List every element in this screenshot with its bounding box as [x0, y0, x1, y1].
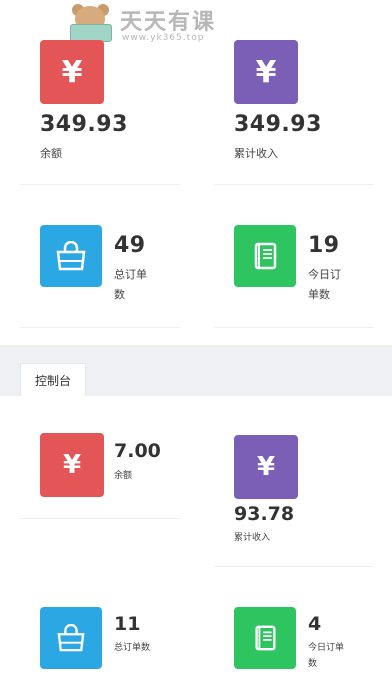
yen-icon: ¥: [40, 40, 104, 104]
dashboard-total-income-label: 累计收入: [234, 533, 271, 543]
total-income-card[interactable]: ¥ 349.93 累计收入: [196, 40, 376, 180]
divider: [20, 518, 180, 519]
divider: [20, 184, 180, 185]
book-icon: [234, 607, 296, 669]
total-orders-value: 49: [114, 233, 146, 258]
divider: [214, 184, 374, 185]
total-orders-label-line2: 数: [114, 288, 125, 301]
dashboard-total-orders-value: 11: [114, 613, 141, 635]
dashboard-balance-label: 余额: [114, 471, 133, 481]
yen-icon: ¥: [40, 433, 104, 497]
divider: [20, 327, 180, 328]
dashboard-total-income-value: 93.78: [234, 503, 295, 525]
dashboard-balance-card[interactable]: ¥ 7.00 余额: [0, 433, 190, 513]
total-income-value: 349.93: [234, 112, 322, 137]
shopping-bag-icon: [40, 607, 102, 669]
dashboard-today-orders-label-line2: 数: [308, 659, 318, 669]
book-icon: [234, 225, 296, 287]
dashboard-today-orders-value: 4: [308, 613, 322, 635]
divider: [214, 327, 374, 328]
dashboard-total-income-card[interactable]: ¥ 93.78 累计收入: [196, 433, 376, 563]
today-orders-label-line2: 单数: [308, 288, 330, 301]
today-orders-card[interactable]: 19 今日订 单数: [196, 225, 376, 325]
yen-icon: ¥: [234, 435, 298, 499]
balance-value: 349.93: [40, 112, 128, 137]
watermark-title: 天天有课: [120, 10, 217, 35]
balance-label: 余额: [40, 147, 62, 160]
tab-dashboard[interactable]: 控制台: [20, 363, 86, 397]
yen-icon: ¥: [234, 40, 298, 104]
shopping-bag-icon: [40, 225, 102, 287]
balance-card[interactable]: ¥ 349.93 余额: [0, 40, 190, 180]
today-orders-label-line1: 今日订: [308, 268, 341, 281]
today-orders-value: 19: [308, 233, 340, 258]
divider: [214, 566, 374, 567]
total-income-label: 累计收入: [234, 147, 278, 160]
total-orders-card[interactable]: 49 总订单 数: [0, 225, 190, 325]
total-orders-label-line1: 总订单: [114, 268, 147, 281]
dashboard-total-orders-card[interactable]: 11 总订单数: [0, 607, 190, 680]
dashboard-today-orders-card[interactable]: 4 今日订单 数: [196, 607, 376, 680]
bear-logo-icon: [66, 2, 116, 44]
dashboard-total-orders-label: 总订单数: [114, 643, 151, 653]
dashboard-balance-value: 7.00: [114, 440, 161, 462]
